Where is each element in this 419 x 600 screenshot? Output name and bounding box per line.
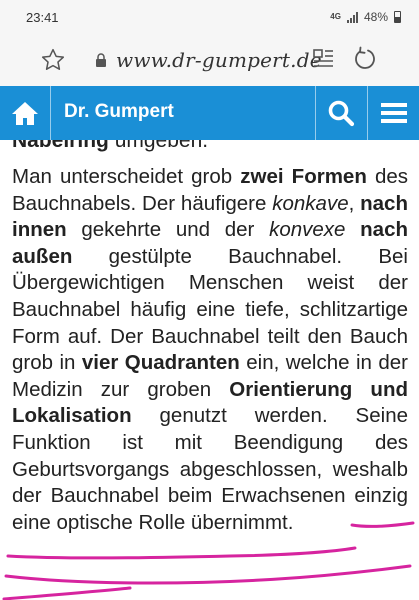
home-button[interactable] [0,86,50,140]
text-run [345,218,360,241]
partial-previous-line: Nabelring umgeben. [12,140,209,152]
search-icon [328,100,355,127]
text-run: Man unterscheidet grob [12,165,241,188]
status-icons: 4G 48% [330,10,401,24]
italic-term: konvexe [269,218,346,242]
search-button[interactable] [316,86,366,140]
url-field[interactable]: www.dr-gumpert.de [116,48,322,72]
status-bar: 23:41 4G 48% [0,0,419,34]
site-header: Dr. Gumpert [0,86,419,140]
menu-button[interactable] [368,86,419,140]
article-content: Nabelring umgeben. Man unterscheidet gro… [0,140,419,600]
battery-icon [394,11,401,23]
header-divider [50,86,51,140]
lock-icon [96,53,106,67]
network-type: 4G [330,12,341,21]
home-icon [12,102,38,125]
italic-term: konkave [272,191,349,215]
text-run: gekehrte und der [66,218,270,242]
battery-level: 48% [363,10,388,24]
bold-term: vier Quadranten [81,351,240,375]
reader-mode-icon[interactable] [312,48,334,70]
bookmark-star-icon[interactable] [40,47,66,73]
signal-icon [346,11,358,23]
browser-address-bar: www.dr-gumpert.de [0,34,419,86]
article-paragraph: Man unterscheidet grob zwei Formen des B… [12,164,408,536]
site-title[interactable]: Dr. Gumpert [64,101,174,123]
hamburger-menu-icon [380,103,407,123]
text-run: , [348,191,361,215]
bold-term: zwei Formen [240,165,367,188]
status-time: 23:41 [26,9,59,25]
reload-icon[interactable] [353,46,377,72]
